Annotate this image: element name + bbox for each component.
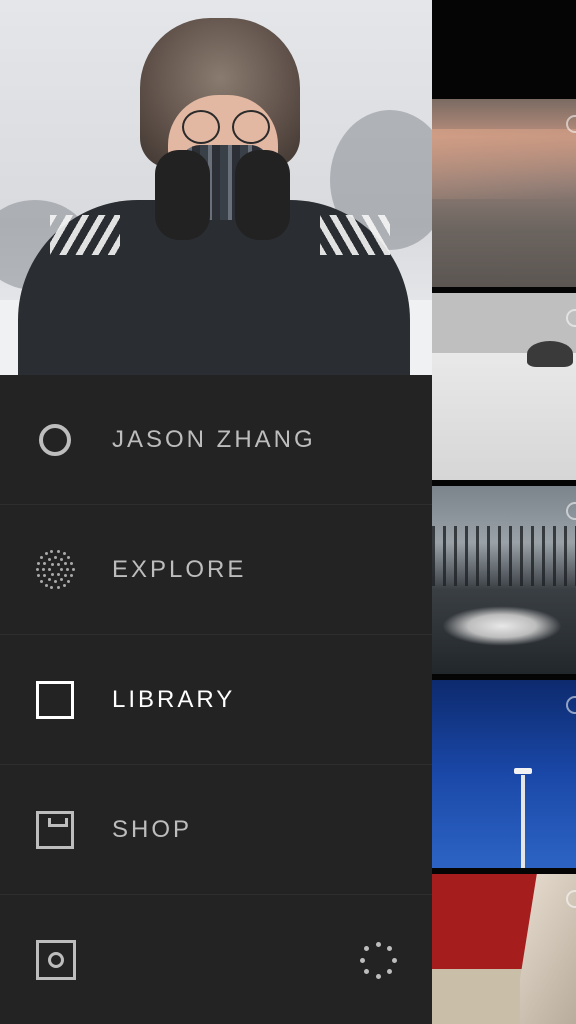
select-circle-icon[interactable] — [566, 502, 576, 520]
profile-circle-icon — [35, 420, 75, 460]
menu-item-explore[interactable]: EXPLORE — [0, 505, 432, 635]
library-thumbnail[interactable] — [432, 293, 576, 480]
library-square-icon — [35, 680, 75, 720]
drawer-bottom-bar — [0, 894, 432, 1024]
library-thumbnail[interactable] — [432, 874, 576, 1024]
library-thumbnail[interactable] — [432, 486, 576, 674]
settings-dots-icon[interactable] — [358, 940, 398, 980]
drawer-menu: JASON ZHANG EXPLORE LIBRARY SHOP — [0, 375, 432, 895]
shop-box-icon — [35, 810, 75, 850]
menu-item-shop[interactable]: SHOP — [0, 765, 432, 895]
menu-item-label: LIBRARY — [112, 685, 236, 713]
app-window: JASON ZHANG EXPLORE LIBRARY SHOP — [0, 0, 576, 1024]
profile-photo[interactable] — [0, 0, 432, 375]
menu-item-profile[interactable]: JASON ZHANG — [0, 375, 432, 505]
menu-item-library[interactable]: LIBRARY — [0, 635, 432, 765]
menu-item-label: SHOP — [112, 815, 193, 843]
navigation-drawer: JASON ZHANG EXPLORE LIBRARY SHOP — [0, 0, 432, 1024]
library-thumbnail[interactable] — [432, 99, 576, 287]
menu-item-label: JASON ZHANG — [112, 425, 316, 453]
select-circle-icon[interactable] — [566, 696, 576, 714]
menu-item-label: EXPLORE — [112, 555, 247, 583]
library-thumbnail[interactable] — [432, 680, 576, 868]
camera-icon[interactable] — [36, 940, 76, 980]
library-thumbnails-panel[interactable] — [432, 0, 576, 1024]
explore-dots-icon — [35, 550, 75, 590]
